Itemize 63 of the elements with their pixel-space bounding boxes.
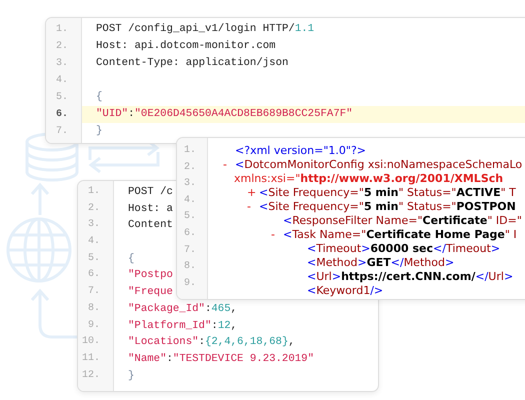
code-line: "Locations":{2,4,6,18,68}, (127, 335, 295, 350)
collapse-toggle[interactable]: - (223, 158, 227, 172)
line-number: 5. (86, 252, 101, 266)
xml-line: <Keyword1/> (307, 284, 384, 298)
collapse-toggle[interactable]: - (271, 228, 275, 242)
line-number: 3. (54, 57, 69, 71)
code-line: "Postpo (127, 268, 173, 284)
line-number: 4. (54, 74, 69, 88)
xml-line: xmlns:xsi="http://www.w3.org/2001/XMLSch (234, 172, 504, 186)
line-number: 6. (54, 108, 69, 122)
xml-line: <Url>https://cert.CNN.com/</Url> (307, 270, 514, 284)
globe-icon (6, 218, 72, 282)
xml-line: <Task Name="Certificate Home Page" I (283, 228, 517, 242)
line-number: 7. (182, 244, 197, 258)
collapse-toggle[interactable]: - (247, 200, 251, 214)
xml-line: <ResponseFilter Name="Certificate" ID=" (283, 214, 522, 228)
code-line: { (127, 252, 134, 267)
xml-line: <Site Frequency="5 min" Status="POSTPON (259, 200, 516, 214)
line-number: 2. (86, 202, 101, 216)
line-number: 6. (86, 268, 101, 282)
line-number: 5. (54, 91, 69, 105)
xml-line: <Timeout>60000 sec</Timeout> (307, 242, 500, 256)
line-number: 2. (54, 40, 69, 54)
line-number: 8. (182, 260, 197, 274)
code-line: POST /config_api_v1/login HTTP/1.1 (95, 22, 316, 37)
xml-line: <Site Frequency="5 min" Status="ACTIVE" T (259, 186, 516, 200)
code-line: Content-Type: application/json (95, 56, 290, 71)
code-line: "Package_Id":465, (127, 302, 238, 317)
code-line: "Platform_Id":12, (127, 318, 238, 334)
line-number: 12. (80, 368, 101, 383)
code-line: Content (127, 218, 173, 234)
code-line: Host: api.dotcom-monitor.com (95, 39, 277, 54)
code-line: POST /c (127, 185, 173, 200)
expand-toggle[interactable]: + (247, 186, 256, 200)
line-number: 6. (182, 226, 197, 241)
line-number: 8. (86, 302, 101, 316)
code-line: "Freque (127, 285, 173, 300)
line-number: 9. (182, 276, 197, 291)
xml-line: <DotcomMonitorConfig xsi:noNamespaceSchemaLo (235, 158, 522, 172)
code-line: } (95, 124, 104, 139)
database-icon (26, 132, 78, 182)
line-number: 1. (182, 144, 197, 158)
code-line: { (95, 90, 104, 105)
line-number: 3. (182, 177, 197, 192)
line-number: 5. (182, 210, 197, 224)
line-number: 7. (86, 285, 101, 300)
code-line: } (127, 368, 134, 384)
line-number: 9. (86, 318, 101, 332)
line-number: 10. (80, 335, 101, 350)
connector-arrow (30, 290, 78, 338)
line-number: 11. (80, 352, 101, 366)
code-line: Host: a (127, 202, 173, 217)
xml-line: <Method>GET</Method> (307, 256, 454, 270)
line-number: 4. (86, 235, 101, 250)
line-number: 7. (54, 125, 69, 139)
line-number: 3. (86, 218, 101, 232)
xml-line: <?xml version="1.0"?> (235, 144, 366, 158)
code-line: "Name":"TESTDEVICE 9.23.2019" (127, 352, 314, 367)
line-number: 2. (182, 160, 197, 175)
line-number: 1. (54, 23, 69, 37)
line-number: 1. (86, 185, 101, 199)
up-arrow-icon (30, 182, 50, 216)
line-number: 4. (182, 194, 197, 208)
